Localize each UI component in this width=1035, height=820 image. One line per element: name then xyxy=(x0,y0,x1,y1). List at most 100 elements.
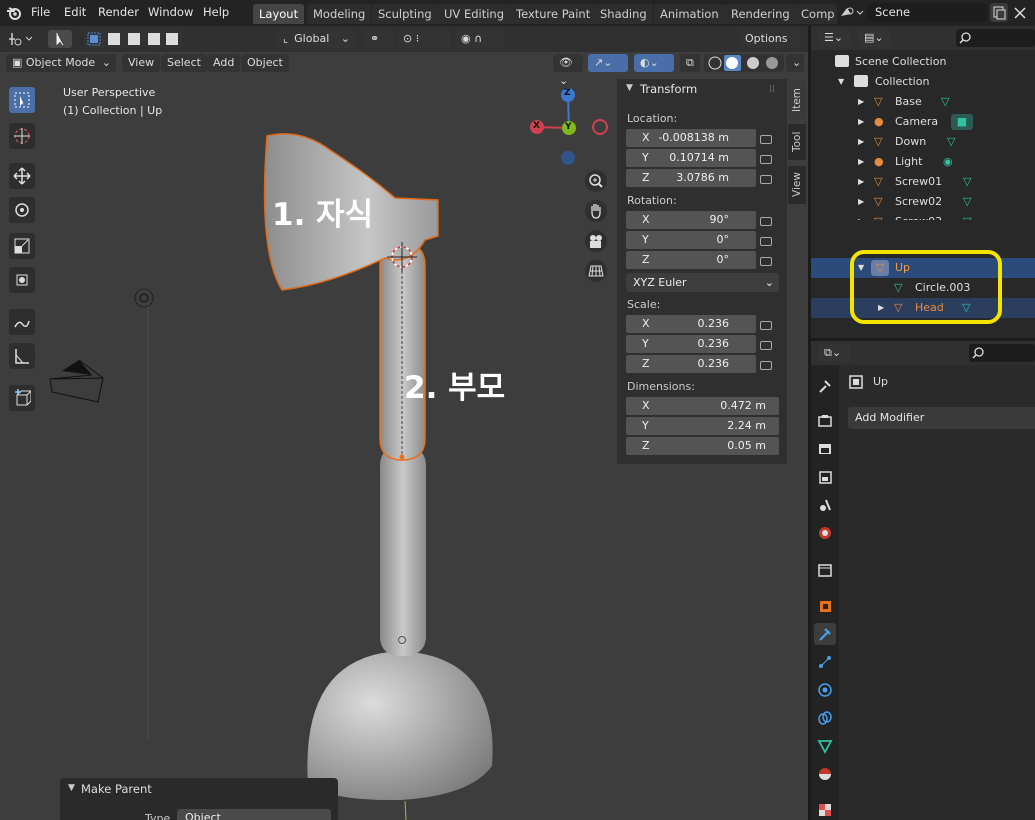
rotation-z-field[interactable]: Z 0° xyxy=(626,251,756,269)
tab-modeling[interactable]: Modeling xyxy=(307,4,372,24)
tab-animation[interactable]: Animation xyxy=(654,4,725,24)
lock-icon[interactable] xyxy=(760,237,772,246)
mesh-data-icon[interactable]: ▽ xyxy=(947,132,955,152)
add-cube-tool-icon[interactable] xyxy=(9,385,35,411)
menu-render[interactable]: Render xyxy=(98,0,139,26)
outliner-item-screw02[interactable]: ▶ ▽ Screw02 ▽ xyxy=(811,192,1035,212)
tab-item[interactable]: Item xyxy=(788,81,806,119)
location-z-field[interactable]: Z 3.0786 m xyxy=(626,169,756,187)
transform-tool-icon[interactable] xyxy=(9,267,35,293)
menu-file[interactable]: File xyxy=(31,0,50,26)
lock-icon[interactable] xyxy=(760,155,772,164)
lock-icon[interactable] xyxy=(760,217,772,226)
select-box-tool-icon[interactable] xyxy=(9,87,35,113)
scale-x-field[interactable]: X 0.236 xyxy=(626,315,756,333)
camera-data-icon[interactable]: ■ xyxy=(951,114,973,130)
outliner-item-base[interactable]: ▶ ▽ Base ▽ xyxy=(811,92,1035,112)
make-parent-type-dropdown[interactable]: Object xyxy=(177,809,331,820)
outliner-editor-type-icon[interactable]: ☰⌄ xyxy=(818,29,850,47)
cursor-tool-icon[interactable] xyxy=(9,123,35,149)
lock-icon[interactable] xyxy=(760,175,772,184)
tab-layout[interactable]: Layout xyxy=(253,4,305,24)
outliner-item-light[interactable]: ▶ ● Light ◉ xyxy=(811,152,1035,172)
output-properties-icon[interactable] xyxy=(816,440,834,458)
collapse-arrow-icon[interactable]: ▼ xyxy=(626,83,633,93)
world-properties-icon[interactable] xyxy=(816,524,834,542)
tab-view[interactable]: View xyxy=(788,166,806,204)
up-object[interactable] xyxy=(379,242,426,461)
dimensions-x-field[interactable]: X 0.472 m xyxy=(626,397,779,415)
expand-arrow-icon[interactable]: ▶ xyxy=(858,192,864,212)
lock-icon[interactable] xyxy=(760,361,772,370)
material-properties-icon[interactable] xyxy=(816,765,834,783)
location-y-field[interactable]: Y 0.10714 m xyxy=(626,149,756,167)
display-mode-icon[interactable]: ▤⌄ xyxy=(858,29,890,47)
mesh-data-properties-icon[interactable] xyxy=(816,737,834,755)
outliner-item-screw01[interactable]: ▶ ▽ Screw01 ▽ xyxy=(811,172,1035,192)
light-data-icon[interactable]: ◉ xyxy=(943,152,953,172)
expand-arrow-icon[interactable]: ▶ xyxy=(858,212,864,220)
properties-editor-type-icon[interactable]: ⧉⌄ xyxy=(818,344,850,362)
tab-sculpting[interactable]: Sculpting xyxy=(372,4,438,24)
collapse-arrow-icon[interactable]: ▼ xyxy=(68,783,75,793)
constraint-properties-icon[interactable] xyxy=(816,709,834,727)
dimensions-y-field[interactable]: Y 2.24 m xyxy=(626,417,779,435)
tab-shading[interactable]: Shading xyxy=(594,4,653,24)
blender-logo-icon[interactable] xyxy=(6,5,22,21)
expand-arrow-icon[interactable]: ▼ xyxy=(838,72,844,92)
collection-properties-icon[interactable] xyxy=(816,561,834,579)
view-layer-properties-icon[interactable] xyxy=(816,468,834,486)
location-x-field[interactable]: X -0.008138 m xyxy=(626,129,756,147)
menu-help[interactable]: Help xyxy=(203,0,229,26)
expand-arrow-icon[interactable]: ▶ xyxy=(858,172,864,192)
properties-search-input[interactable] xyxy=(969,344,1035,362)
add-modifier-button[interactable]: Add Modifier xyxy=(848,407,1035,429)
scene-collection-row[interactable]: Scene Collection xyxy=(811,52,1035,72)
scene-properties-icon[interactable] xyxy=(816,496,834,514)
drag-handle-icon[interactable]: ⁞⁞ xyxy=(769,84,775,95)
object-properties-icon[interactable] xyxy=(816,597,834,615)
scene-name-field[interactable]: Scene xyxy=(867,3,987,22)
scene-selector-icon[interactable] xyxy=(838,4,866,22)
light-object[interactable] xyxy=(134,288,154,308)
rotation-y-field[interactable]: Y 0° xyxy=(626,231,756,249)
expand-arrow-icon[interactable]: ▶ xyxy=(858,112,864,132)
expand-arrow-icon[interactable]: ▶ xyxy=(858,152,864,172)
expand-arrow-icon[interactable]: ▶ xyxy=(858,132,864,152)
ortho-grid-icon[interactable] xyxy=(585,260,607,282)
lock-icon[interactable] xyxy=(760,135,772,144)
scale-tool-icon[interactable] xyxy=(9,233,35,259)
lock-icon[interactable] xyxy=(760,341,772,350)
tab-rendering[interactable]: Rendering xyxy=(725,4,796,24)
lock-icon[interactable] xyxy=(760,321,772,330)
zoom-icon[interactable] xyxy=(585,170,607,192)
pan-hand-icon[interactable] xyxy=(585,200,607,222)
scale-y-field[interactable]: Y 0.236 xyxy=(626,335,756,353)
mesh-data-icon[interactable]: ▽ xyxy=(941,92,949,112)
mesh-data-icon[interactable]: ▽ xyxy=(963,192,971,212)
rotate-tool-icon[interactable] xyxy=(9,197,35,223)
tab-uv-editing[interactable]: UV Editing xyxy=(438,4,510,24)
modifier-properties-icon[interactable] xyxy=(814,623,836,645)
new-scene-icon[interactable] xyxy=(990,3,1008,22)
camera-object[interactable] xyxy=(49,359,104,403)
rotation-mode-dropdown[interactable]: XYZ Euler ⌄ xyxy=(626,273,779,292)
delete-scene-icon[interactable] xyxy=(1011,3,1029,22)
move-tool-icon[interactable] xyxy=(9,163,35,189)
measure-tool-icon[interactable] xyxy=(9,343,35,369)
tab-texture-paint[interactable]: Texture Paint xyxy=(510,4,597,24)
annotate-tool-icon[interactable] xyxy=(9,309,35,335)
expand-arrow-icon[interactable]: ▶ xyxy=(858,92,864,112)
mesh-data-icon[interactable]: ▽ xyxy=(963,172,971,192)
collection-row[interactable]: ▼ Collection xyxy=(811,72,1035,92)
tool-properties-icon[interactable] xyxy=(816,377,834,395)
tab-compositing[interactable]: Comp xyxy=(795,4,837,24)
rotation-x-field[interactable]: X 90° xyxy=(626,211,756,229)
outliner-item-screw03[interactable]: ▶ ▽ Screw03 ▽ xyxy=(811,212,1035,220)
particle-properties-icon[interactable] xyxy=(816,653,834,671)
menu-window[interactable]: Window xyxy=(148,0,193,26)
down-object[interactable] xyxy=(380,446,426,656)
dimensions-z-field[interactable]: Z 0.05 m xyxy=(626,437,779,455)
scale-z-field[interactable]: Z 0.236 xyxy=(626,355,756,373)
outliner-item-down[interactable]: ▶ ▽ Down ▽ xyxy=(811,132,1035,152)
